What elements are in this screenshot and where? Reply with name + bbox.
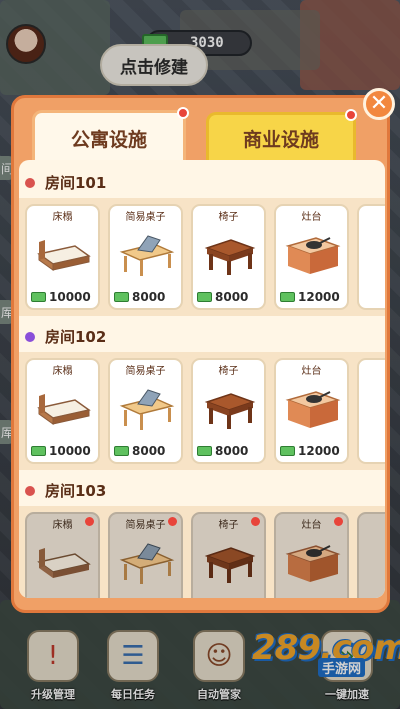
stove-icon — [285, 545, 341, 582]
tab-apartment-facilities[interactable]: 公寓设施 — [32, 107, 189, 164]
notification-dot — [251, 517, 260, 526]
item-card-chair[interactable]: 椅子 8000 — [191, 358, 266, 464]
cash-icon — [197, 446, 212, 456]
room-dot — [25, 177, 35, 188]
item-name: 简易桌子 — [125, 366, 166, 377]
laptop-desk-icon — [119, 543, 175, 584]
room-title-101: 房间101 — [19, 172, 106, 193]
item-price: 8000 — [114, 290, 181, 304]
room-title-text: 房间102 — [45, 328, 107, 346]
item-card-partial[interactable] — [357, 358, 385, 464]
item-card-partial-locked[interactable] — [357, 512, 385, 598]
room-102-items: 床榻 10000 简易桌子 8000 椅子 8000 灶台 12000 — [19, 352, 385, 470]
price-value: 8000 — [132, 444, 166, 458]
item-card-bed[interactable]: 床榻 10000 — [25, 204, 100, 310]
bed-icon — [37, 394, 91, 425]
item-card-simple-desk[interactable]: 简易桌子 8000 — [108, 204, 183, 310]
item-name: 椅子 — [218, 212, 239, 223]
cash-icon — [280, 446, 295, 456]
close-button[interactable]: ✕ — [363, 88, 395, 120]
stool-icon — [204, 239, 256, 275]
room-dot — [25, 485, 35, 496]
cash-icon — [280, 292, 295, 302]
close-icon: ✕ — [369, 91, 389, 116]
tab-commercial-facilities[interactable]: 商业设施 — [206, 109, 357, 162]
room-title-text: 房间103 — [45, 482, 107, 500]
stove-icon — [285, 391, 341, 428]
item-card-chair[interactable]: 椅子 8000 — [191, 204, 266, 310]
cash-icon — [114, 446, 129, 456]
room-103-items: 床榻 简易桌子 椅子 灶台 — [19, 506, 385, 598]
stool-icon — [204, 393, 256, 429]
notification-dot — [85, 517, 94, 526]
price-value: 8000 — [215, 444, 249, 458]
laptop-desk-icon — [119, 389, 175, 430]
cash-icon — [31, 292, 46, 302]
item-card-simple-desk[interactable]: 简易桌子 8000 — [108, 358, 183, 464]
stool-icon — [204, 547, 256, 583]
item-price: 8000 — [114, 444, 181, 458]
item-card-stove-locked[interactable]: 灶台 — [274, 512, 349, 598]
notification-dot — [168, 517, 177, 526]
facility-panel: 房间101 床榻 10000 简易桌子 8000 椅子 8000 灶台 1200… — [19, 160, 385, 598]
tab-label: 公寓设施 — [70, 129, 147, 151]
cash-icon — [114, 292, 129, 302]
price-value: 10000 — [49, 290, 91, 304]
room-title-102: 房间102 — [19, 326, 106, 347]
item-card-bed-locked[interactable]: 床榻 — [25, 512, 100, 598]
item-name: 床榻 — [52, 212, 73, 223]
room-dot — [25, 331, 35, 342]
notification-dot — [334, 517, 343, 526]
price-value: 8000 — [132, 290, 166, 304]
room-title-text: 房间101 — [45, 174, 107, 192]
price-value: 12000 — [298, 444, 340, 458]
item-card-bed[interactable]: 床榻 10000 — [25, 358, 100, 464]
item-name: 床榻 — [52, 366, 73, 377]
item-name: 灶台 — [301, 212, 322, 223]
laptop-desk-icon — [119, 235, 175, 276]
price-value: 12000 — [298, 290, 340, 304]
item-card-stove[interactable]: 灶台 12000 — [274, 358, 349, 464]
item-price: 8000 — [197, 444, 264, 458]
tab-label: 商业设施 — [242, 129, 319, 151]
item-price: 12000 — [280, 290, 347, 304]
item-card-stove[interactable]: 灶台 12000 — [274, 204, 349, 310]
item-card-chair-locked[interactable]: 椅子 — [191, 512, 266, 598]
item-card-partial[interactable] — [357, 204, 385, 310]
cash-icon — [31, 446, 46, 456]
item-price: 8000 — [197, 290, 264, 304]
item-price: 10000 — [31, 290, 98, 304]
item-card-simple-desk-locked[interactable]: 简易桌子 — [108, 512, 183, 598]
item-name: 灶台 — [301, 366, 322, 377]
stove-icon — [285, 237, 341, 274]
item-price: 12000 — [280, 444, 347, 458]
bed-icon — [37, 548, 91, 578]
notification-dot — [177, 107, 189, 119]
room-101-items: 床榻 10000 简易桌子 8000 椅子 8000 灶台 12000 — [19, 198, 385, 316]
item-name: 简易桌子 — [125, 212, 166, 223]
item-name: 椅子 — [218, 366, 239, 377]
cash-icon — [197, 292, 212, 302]
item-price: 10000 — [31, 444, 98, 458]
price-value: 8000 — [215, 290, 249, 304]
notification-dot — [345, 109, 357, 121]
bed-icon — [37, 240, 91, 271]
price-value: 10000 — [49, 444, 91, 458]
room-title-103: 房间103 — [19, 480, 106, 501]
